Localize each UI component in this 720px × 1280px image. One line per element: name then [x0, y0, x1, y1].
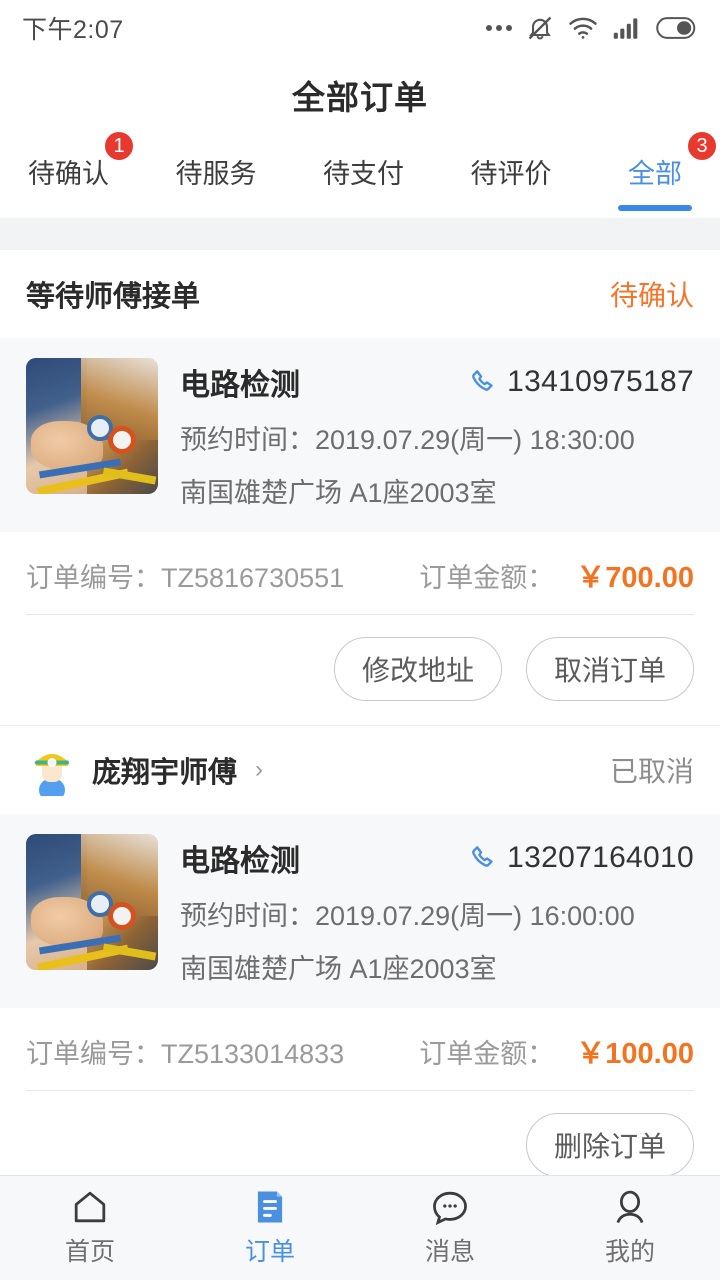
- nav-item-orders[interactable]: 订单: [180, 1188, 360, 1268]
- service-address: 南国雄楚广场 A1座2003室: [180, 478, 497, 508]
- cancel-order-button[interactable]: 取消订单: [526, 637, 694, 701]
- order-amount-value: ￥700.00: [576, 562, 694, 594]
- order-amount-label: 订单金额：: [419, 1038, 555, 1069]
- order-doc-icon: [257, 1191, 283, 1223]
- avatar: [26, 744, 78, 802]
- tab-pending-payment[interactable]: 待支付: [321, 142, 406, 211]
- tab-all[interactable]: 全部 3: [616, 130, 718, 211]
- order-info-block[interactable]: 电路检测 13207164010 预约时间：2019.07.29(周一) 16:…: [0, 814, 720, 1008]
- phone-icon: [472, 370, 493, 391]
- tab-label: 待确认: [28, 159, 109, 189]
- phone-number: 13410975187: [507, 365, 694, 398]
- tab-badge: 1: [103, 130, 135, 162]
- delete-order-button[interactable]: 删除订单: [526, 1113, 694, 1175]
- phone-icon: [472, 846, 493, 867]
- order-status-badge: 待确认: [609, 280, 694, 311]
- service-thumbnail-image: [26, 834, 158, 970]
- nav-label: 首页: [64, 1238, 115, 1266]
- order-number: 订单编号：TZ5816730551: [26, 562, 345, 593]
- chevron-right-icon: ›: [255, 756, 264, 783]
- nav-label: 我的: [604, 1238, 655, 1266]
- page-title: 全部订单: [292, 79, 428, 116]
- order-card-title: 等待师傅接单: [26, 281, 201, 313]
- order-service-row: 电路检测 13207164010: [180, 836, 694, 880]
- status-icon-group: [486, 14, 698, 42]
- appointment-time: 预约时间：2019.07.29(周一) 16:00:00: [180, 901, 635, 931]
- nav-label: 消息: [424, 1238, 475, 1266]
- more-dots-icon: [486, 25, 512, 31]
- service-thumbnail-image: [26, 358, 158, 494]
- order-info-text: 电路检测 13207164010 预约时间：2019.07.29(周一) 16:…: [180, 834, 694, 986]
- tab-label: 全部: [628, 159, 682, 189]
- nav-label: 订单: [244, 1238, 295, 1266]
- contact-phone[interactable]: 13207164010: [469, 841, 694, 875]
- tab-pending-confirm[interactable]: 待确认 1: [26, 130, 135, 211]
- order-card-header: 等待师傅接单 待确认: [0, 250, 720, 338]
- signal-icon: [613, 18, 638, 39]
- service-name: 电路检测: [180, 369, 300, 402]
- person-icon: [616, 1190, 644, 1224]
- tab-badge: 3: [686, 130, 718, 162]
- tab-label: 待服务: [175, 159, 257, 189]
- order-status-badge: 已取消: [609, 756, 694, 787]
- order-list[interactable]: 等待师傅接单 待确认 电路检测 13410975187 预约时间：2019.07…: [0, 234, 720, 1175]
- service-name: 电路检测: [180, 845, 300, 878]
- tab-pending-review[interactable]: 待评价: [469, 142, 554, 211]
- modify-address-button[interactable]: 修改地址: [334, 637, 502, 701]
- status-time: 下午2:07: [22, 16, 124, 44]
- tab-underline: [618, 205, 692, 211]
- contact-phone[interactable]: 13410975187: [469, 365, 694, 399]
- nav-item-messages[interactable]: 消息: [360, 1188, 540, 1268]
- nav-item-profile[interactable]: 我的: [540, 1188, 720, 1268]
- order-action-bar: 修改地址 取消订单: [0, 615, 720, 725]
- order-card-header-left: 等待师傅接单: [26, 273, 200, 315]
- list-top-gap: [0, 234, 720, 250]
- order-service-row: 电路检测 13410975187: [180, 360, 694, 404]
- order-card-header: 庞翔宇师傅 › 已取消: [0, 726, 720, 814]
- order-meta-row: 订单编号：TZ5133014833 订单金额： ￥100.00: [0, 1008, 720, 1090]
- tab-label: 待支付: [323, 159, 404, 189]
- master-info[interactable]: 庞翔宇师傅 ›: [26, 744, 264, 802]
- status-bar: 下午2:07: [0, 0, 720, 56]
- message-bubble-icon: [433, 1191, 467, 1226]
- order-card[interactable]: 等待师傅接单 待确认 电路检测 13410975187 预约时间：2019.07…: [0, 250, 720, 725]
- tab-pending-service[interactable]: 待服务: [174, 142, 259, 211]
- order-amount-label: 订单金额：: [419, 562, 555, 593]
- phone-number: 13207164010: [507, 841, 694, 874]
- page-header: 全部订单: [0, 56, 720, 134]
- battery-icon: [656, 17, 696, 39]
- wifi-icon: [569, 17, 597, 39]
- order-action-bar: 删除订单: [0, 1091, 720, 1175]
- order-meta-row: 订单编号：TZ5816730551 订单金额： ￥700.00: [0, 532, 720, 614]
- order-status-tabs: 待确认 1 待服务 待支付 待评价 全部 3: [0, 130, 720, 218]
- order-amount-value: ￥100.00: [576, 1038, 694, 1070]
- order-info-text: 电路检测 13410975187 预约时间：2019.07.29(周一) 18:…: [180, 358, 694, 510]
- mute-bell-icon: [528, 16, 552, 40]
- master-name: 庞翔宇师傅: [92, 757, 238, 789]
- bottom-navigation: 首页 订单 消息 我的: [0, 1175, 720, 1280]
- app-screen: 下午2:07 全部订单 待确认 1 待服务 待支付 待评价 全部 3 等待师傅接…: [0, 0, 720, 1280]
- order-info-block[interactable]: 电路检测 13410975187 预约时间：2019.07.29(周一) 18:…: [0, 338, 720, 532]
- nav-item-home[interactable]: 首页: [0, 1188, 180, 1268]
- service-address: 南国雄楚广场 A1座2003室: [180, 954, 497, 984]
- tab-label: 待评价: [470, 159, 552, 189]
- home-icon: [74, 1191, 106, 1223]
- appointment-time: 预约时间：2019.07.29(周一) 18:30:00: [180, 425, 635, 455]
- order-card[interactable]: 庞翔宇师傅 › 已取消 电路检测 13207164010 预约时间：2019.0…: [0, 726, 720, 1175]
- order-number: 订单编号：TZ5133014833: [26, 1038, 345, 1069]
